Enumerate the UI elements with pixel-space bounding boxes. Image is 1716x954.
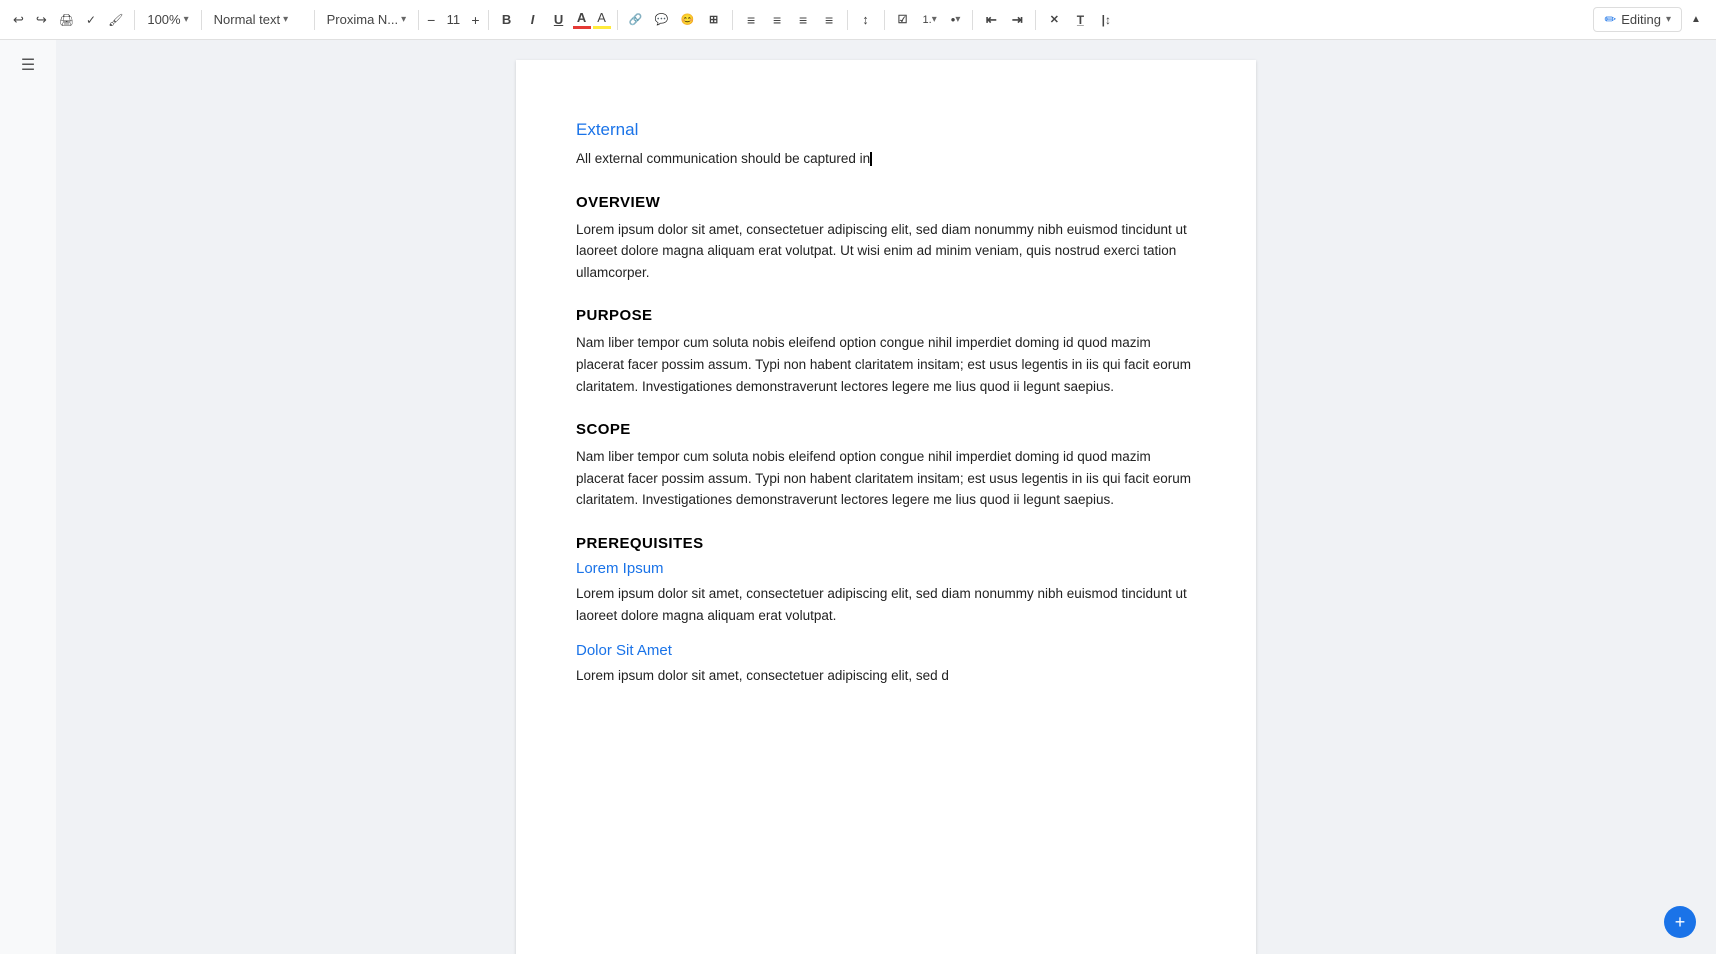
zoom-arrow-icon: ▾	[184, 14, 189, 25]
section-overview: OVERVIEW Lorem ipsum dolor sit amet, con…	[576, 194, 1196, 284]
font-size-decrease-button[interactable]: −	[425, 12, 437, 28]
section-purpose: PURPOSE Nam liber tempor cum soluta nobi…	[576, 307, 1196, 397]
sep6	[617, 10, 618, 30]
numbered-list-arrow: ▾	[932, 14, 937, 25]
font-value: Proxima N...	[327, 12, 399, 27]
heading-scope: SCOPE	[576, 421, 1196, 438]
print-button[interactable]: 🖨	[54, 10, 79, 30]
paint-format-button[interactable]: 🖌	[103, 10, 128, 30]
text-cursor	[870, 152, 872, 166]
document-area[interactable]: External All external communication shou…	[56, 40, 1716, 954]
plus-icon: +	[1675, 913, 1686, 931]
toolbar: ↩ ↪ 🖨 ✓ 🖌 100% ▾ Normal text ▾ Proxima N…	[0, 0, 1716, 40]
font-size-increase-button[interactable]: +	[469, 12, 481, 28]
heading-lorem-ipsum: Lorem Ipsum	[576, 560, 1196, 577]
sep11	[1035, 10, 1036, 30]
heading-prerequisites: PREREQUISITES	[576, 535, 1196, 552]
sep1	[134, 10, 135, 30]
subsection-lorem-ipsum: Lorem Ipsum Lorem ipsum dolor sit amet, …	[576, 560, 1196, 626]
body-external-text: All external communication should be cap…	[576, 151, 870, 166]
line-height-button[interactable]: ↕	[854, 7, 878, 33]
format-options-button[interactable]: T̲	[1068, 7, 1092, 33]
sep2	[201, 10, 202, 30]
bulleted-list-select[interactable]: • ▾	[945, 9, 967, 30]
undo-button[interactable]: ↩	[8, 9, 29, 31]
body-lorem-ipsum: Lorem ipsum dolor sit amet, consectetuer…	[576, 583, 1196, 626]
collapse-toolbar-button[interactable]: ▲	[1684, 7, 1708, 33]
body-external[interactable]: All external communication should be cap…	[576, 148, 1196, 170]
checklist-button[interactable]: ☑	[891, 7, 915, 33]
heading-external: External	[576, 120, 1196, 140]
body-dolor-sit-amet: Lorem ipsum dolor sit amet, consectetuer…	[576, 665, 1196, 687]
sep3	[314, 10, 315, 30]
outline-toggle-button[interactable]: ☰	[16, 52, 40, 78]
text-color-swatch	[573, 26, 591, 29]
align-center-button[interactable]: ≡	[765, 7, 789, 33]
indent-less-button[interactable]: ⇤	[979, 7, 1003, 33]
sep7	[732, 10, 733, 30]
style-select[interactable]: Normal text ▾	[208, 9, 308, 30]
heading-purpose: PURPOSE	[576, 307, 1196, 324]
bold-button[interactable]: B	[495, 7, 519, 33]
body-purpose: Nam liber tempor cum soluta nobis eleife…	[576, 332, 1196, 397]
heading-overview: OVERVIEW	[576, 194, 1196, 211]
insert-image-button[interactable]: ⊞	[702, 7, 726, 33]
section-scope: SCOPE Nam liber tempor cum soluta nobis …	[576, 421, 1196, 511]
editing-mode-button[interactable]: ✏ Editing ▾	[1593, 7, 1682, 32]
bulleted-list-arrow: ▾	[955, 14, 960, 25]
insert-emoji-button[interactable]: 😊	[676, 7, 700, 33]
subsection-dolor-sit-amet: Dolor Sit Amet Lorem ipsum dolor sit ame…	[576, 642, 1196, 687]
insert-link-button[interactable]: 🔗	[624, 7, 648, 33]
document-page: External All external communication shou…	[516, 60, 1256, 954]
indent-more-button[interactable]: ⇥	[1005, 7, 1029, 33]
section-prerequisites: PREREQUISITES Lorem Ipsum Lorem ipsum do…	[576, 535, 1196, 687]
body-overview: Lorem ipsum dolor sit amet, consectetuer…	[576, 219, 1196, 284]
font-select[interactable]: Proxima N... ▾	[321, 9, 413, 30]
spelling-button[interactable]: ✓	[81, 10, 101, 30]
italic-button[interactable]: I	[521, 7, 545, 33]
sep9	[884, 10, 885, 30]
main-area: ☰ External All external communication sh…	[0, 40, 1716, 954]
sep8	[847, 10, 848, 30]
highlight-color-button[interactable]: A	[593, 10, 611, 29]
floating-action-button[interactable]: +	[1664, 906, 1696, 938]
underline-button[interactable]: U	[547, 7, 571, 33]
align-left-button[interactable]: ≡	[739, 7, 763, 33]
editing-arrow-icon: ▾	[1666, 14, 1671, 25]
sep10	[972, 10, 973, 30]
zoom-value: 100%	[147, 12, 180, 27]
section-external: External All external communication shou…	[576, 120, 1196, 170]
font-arrow-icon: ▾	[401, 14, 406, 25]
left-sidebar: ☰	[0, 40, 56, 954]
highlight-color-swatch	[593, 26, 611, 29]
redo-button[interactable]: ↪	[31, 9, 52, 31]
font-size-input[interactable]	[438, 12, 468, 27]
style-value: Normal text	[214, 12, 280, 27]
style-arrow-icon: ▾	[283, 14, 288, 25]
body-scope: Nam liber tempor cum soluta nobis eleife…	[576, 446, 1196, 511]
numbered-list-select[interactable]: 1. ▾	[917, 11, 943, 29]
sep4	[418, 10, 419, 30]
clear-format-button[interactable]: ✕	[1042, 7, 1066, 33]
align-justify-button[interactable]: ≡	[817, 7, 841, 33]
pen-icon: ✏	[1604, 11, 1616, 28]
insert-comment-button[interactable]: 💬	[650, 7, 674, 33]
align-right-button[interactable]: ≡	[791, 7, 815, 33]
font-size-control: − +	[425, 12, 481, 28]
sep5	[488, 10, 489, 30]
text-color-button[interactable]: A	[573, 10, 591, 29]
zoom-select[interactable]: 100% ▾	[141, 9, 194, 30]
heading-dolor-sit-amet: Dolor Sit Amet	[576, 642, 1196, 659]
more-format-button[interactable]: |↕	[1094, 7, 1118, 33]
numbered-list-icon: 1.	[923, 14, 932, 26]
editing-label: Editing	[1621, 12, 1661, 27]
